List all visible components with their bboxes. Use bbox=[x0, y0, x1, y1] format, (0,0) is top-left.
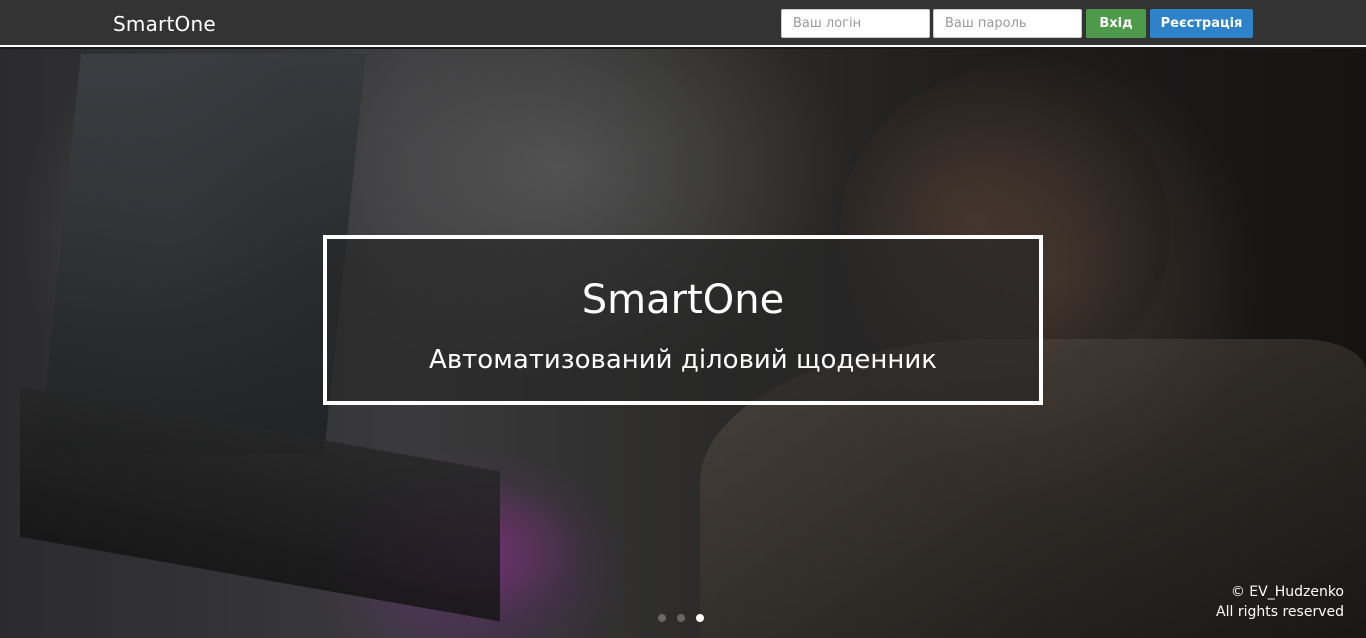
top-navbar: SmartOne Вхід Реєстрація bbox=[0, 0, 1366, 47]
hero-carousel: SmartOne Автоматизований діловий щоденни… bbox=[0, 49, 1366, 638]
login-button[interactable]: Вхід bbox=[1086, 9, 1146, 38]
hero-caption-box: SmartOne Автоматизований діловий щоденни… bbox=[323, 235, 1043, 405]
background-photo-laptop bbox=[38, 54, 367, 454]
carousel-dot-3[interactable] bbox=[696, 614, 704, 622]
hero-title: SmartOne bbox=[581, 277, 785, 323]
password-input[interactable] bbox=[933, 9, 1082, 38]
login-input[interactable] bbox=[781, 9, 930, 38]
copyright-notice: © EV_Hudzenko All rights reserved bbox=[1216, 582, 1344, 622]
carousel-dot-1[interactable] bbox=[658, 614, 666, 622]
brand-logo[interactable]: SmartOne bbox=[113, 12, 216, 36]
register-button[interactable]: Реєстрація bbox=[1150, 9, 1253, 38]
copyright-text: © EV_Hudzenko bbox=[1230, 584, 1344, 600]
rights-text: All rights reserved bbox=[1216, 604, 1344, 620]
carousel-dot-2[interactable] bbox=[677, 614, 685, 622]
hero-subtitle: Автоматизований діловий щоденник bbox=[429, 345, 937, 375]
